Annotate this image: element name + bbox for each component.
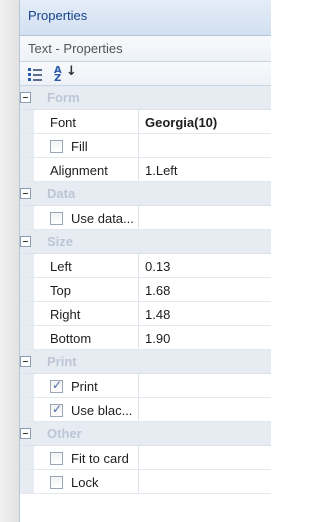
property-checkbox[interactable]	[50, 402, 63, 417]
property-name: Lock	[71, 475, 99, 490]
property-name: Fill	[71, 139, 88, 154]
category-label: Form	[47, 90, 80, 105]
object-selector[interactable]: Text - Properties	[20, 36, 271, 62]
property-row[interactable]: Left 0.13	[20, 254, 271, 278]
property-name-cell: Fill	[34, 134, 139, 157]
category-label: Other	[47, 426, 82, 441]
collapse-icon[interactable]	[20, 188, 31, 199]
properties-toolbar: A Z ↓	[20, 62, 271, 86]
property-grid: Form Font Georgia(10) Fill Alignment 1.Left Da…	[20, 86, 271, 494]
property-name-cell: Lock	[34, 470, 139, 493]
row-gutter	[20, 326, 34, 349]
window-edge	[0, 0, 19, 522]
property-name: Alignment	[50, 163, 108, 178]
panel-title: Properties	[20, 0, 271, 36]
collapse-icon[interactable]	[20, 428, 31, 439]
property-name-cell: Bottom	[34, 326, 139, 349]
category-label: Print	[47, 354, 77, 369]
row-gutter	[20, 134, 34, 157]
property-checkbox[interactable]	[50, 140, 63, 153]
property-name: Left	[50, 259, 72, 274]
property-checkbox[interactable]	[50, 212, 63, 225]
category-print[interactable]: Print	[20, 350, 271, 374]
category-data[interactable]: Data	[20, 182, 271, 206]
row-gutter	[20, 398, 34, 421]
row-gutter	[20, 470, 34, 493]
property-row[interactable]: Use data...	[20, 206, 271, 230]
collapse-icon[interactable]	[20, 236, 31, 247]
category-size[interactable]: Size	[20, 230, 271, 254]
property-name-cell: Alignment	[34, 158, 139, 181]
sort-az-icon[interactable]: A Z ↓	[54, 65, 77, 84]
property-row[interactable]: Fit to card	[20, 446, 271, 470]
property-name: Print	[71, 379, 98, 394]
property-name-cell: Use data...	[34, 206, 139, 229]
category-form[interactable]: Form	[20, 86, 271, 110]
property-name: Use data...	[71, 211, 134, 226]
property-value[interactable]: 1.Left	[139, 158, 271, 181]
property-checkbox[interactable]	[50, 452, 63, 465]
property-value[interactable]: 1.90	[139, 326, 271, 349]
property-value[interactable]	[139, 446, 271, 469]
category-label: Size	[47, 234, 74, 249]
property-name-cell: Print	[34, 374, 139, 397]
property-row[interactable]: Use blac...	[20, 398, 271, 422]
collapse-icon[interactable]	[20, 356, 31, 367]
property-value[interactable]	[139, 374, 271, 397]
property-row[interactable]: Print	[20, 374, 271, 398]
row-gutter	[20, 446, 34, 469]
row-gutter	[20, 206, 34, 229]
property-name: Fit to card	[71, 451, 129, 466]
property-value[interactable]	[139, 134, 271, 157]
property-name-cell: Fit to card	[34, 446, 139, 469]
category-other[interactable]: Other	[20, 422, 271, 446]
properties-panel: Properties Text - Properties A Z ↓ Form F…	[19, 0, 271, 522]
row-gutter	[20, 110, 34, 133]
row-gutter	[20, 302, 34, 325]
row-gutter	[20, 278, 34, 301]
property-name: Font	[50, 115, 77, 130]
property-value[interactable]	[139, 470, 271, 493]
property-row[interactable]: Right 1.48	[20, 302, 271, 326]
property-name-cell: Left	[34, 254, 139, 277]
property-value[interactable]: 0.13	[139, 254, 271, 277]
property-name-cell: Font	[34, 110, 139, 133]
property-checkbox[interactable]	[50, 378, 63, 393]
property-value[interactable]	[139, 206, 271, 229]
property-name: Right	[50, 307, 81, 322]
property-value[interactable]	[139, 398, 271, 421]
property-row[interactable]: Bottom 1.90	[20, 326, 271, 350]
property-name-cell: Right	[34, 302, 139, 325]
property-name: Top	[50, 283, 71, 298]
category-label: Data	[47, 186, 76, 201]
categorized-view-icon[interactable]	[26, 65, 44, 83]
property-row[interactable]: Font Georgia(10)	[20, 110, 271, 134]
property-row[interactable]: Alignment 1.Left	[20, 158, 271, 182]
property-value[interactable]: 1.48	[139, 302, 271, 325]
property-row[interactable]: Top 1.68	[20, 278, 271, 302]
property-name: Use blac...	[71, 403, 133, 418]
property-row[interactable]: Lock	[20, 470, 271, 494]
row-gutter	[20, 254, 34, 277]
property-name-cell: Top	[34, 278, 139, 301]
collapse-icon[interactable]	[20, 92, 31, 103]
property-name-cell: Use blac...	[34, 398, 139, 421]
property-value[interactable]: Georgia(10)	[139, 110, 271, 133]
row-gutter	[20, 158, 34, 181]
property-name: Bottom	[50, 331, 92, 346]
row-gutter	[20, 374, 34, 397]
property-value[interactable]: 1.68	[139, 278, 271, 301]
property-checkbox[interactable]	[50, 476, 63, 489]
property-row[interactable]: Fill	[20, 134, 271, 158]
